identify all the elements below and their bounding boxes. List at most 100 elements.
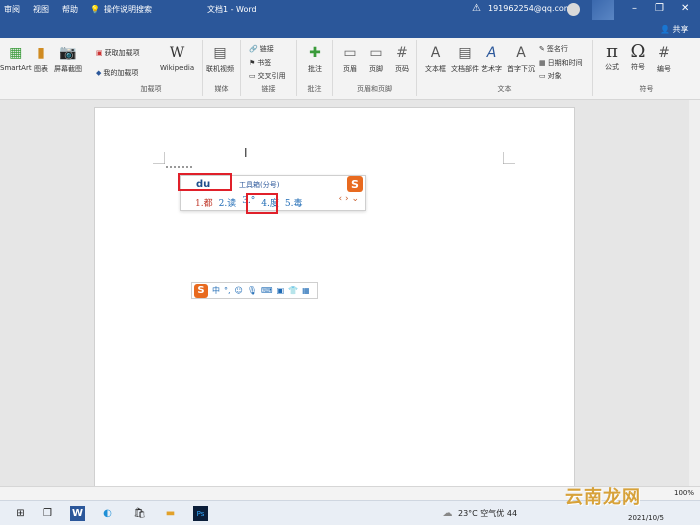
weather-text[interactable]: 23°C 空气优 44 <box>458 508 517 519</box>
ime-toolbox-hint[interactable]: 工具箱(分号) <box>239 180 279 190</box>
screenshot-button[interactable]: 📷 屏幕截图 <box>54 44 82 74</box>
taskbar-date[interactable]: 2021/10/5 <box>628 514 664 522</box>
comment-label: 批注 <box>308 65 322 73</box>
ribbon-tab-strip <box>0 20 700 38</box>
link-icon: 🔗 <box>249 45 258 53</box>
ime-status-bar: S 中 °, ☺ 🎙 ⌨ ▣ 👕 ▦ <box>191 282 318 299</box>
camera-icon: 📷 <box>59 45 77 61</box>
file-explorer-icon[interactable]: ▬ <box>163 506 178 521</box>
drop-cap-icon: A <box>516 45 526 61</box>
keyboard-icon[interactable]: ⌨ <box>261 286 273 295</box>
get-addins-button[interactable]: ▣ 获取加载项 <box>96 48 140 58</box>
lightbulb-icon: 💡 <box>90 5 100 14</box>
title-bar: 审阅 视图 帮助 💡 操作说明搜索 文档1 - Word ⚠ 191962254… <box>0 0 700 20</box>
skin-icon[interactable]: 👕 <box>288 286 298 295</box>
signature-line-label: 签名行 <box>546 45 568 53</box>
close-icon[interactable]: ✕ <box>681 3 689 14</box>
textbox-button[interactable]: A 文本框 <box>425 44 446 74</box>
toolbox-icon[interactable]: ▣ <box>277 286 285 295</box>
wordart-label: 艺术字 <box>481 65 502 73</box>
group-name-text: 文本 <box>497 85 512 93</box>
crop-mark-top-right <box>503 152 515 164</box>
share-button[interactable]: 👤 共享 <box>660 24 689 35</box>
chinese-mode-icon[interactable]: 中 <box>212 285 220 296</box>
candidate-2[interactable]: 2.读 <box>219 196 237 209</box>
wikipedia-button[interactable]: W Wikipedia <box>160 44 194 72</box>
signature-icon: ✎ <box>539 45 545 53</box>
tab-help[interactable]: 帮助 <box>62 4 78 15</box>
my-addins-label: 我的加载项 <box>103 69 139 77</box>
smartart-button[interactable]: ▦ SmartArt <box>0 44 32 72</box>
restore-icon[interactable]: ❐ <box>655 3 664 14</box>
candidate-5[interactable]: 5.毒 <box>285 196 303 209</box>
highlight-composition <box>178 173 232 191</box>
header-button[interactable]: ▭ 页眉 <box>341 44 359 74</box>
bookmark-button[interactable]: ⚑ 书签 <box>249 58 271 68</box>
ime-underline-marker <box>166 166 192 168</box>
group-name-comments: 批注 <box>307 85 322 93</box>
drop-cap-button[interactable]: A 首字下沉 <box>507 44 535 74</box>
minimize-icon[interactable]: – <box>632 3 637 14</box>
account-email[interactable]: 191962254@qq.com <box>488 4 572 13</box>
ribbon-display-options-icon[interactable] <box>592 0 614 20</box>
grid-menu-icon[interactable]: ▦ <box>302 286 310 295</box>
chart-label: 图表 <box>34 65 48 73</box>
edge-icon[interactable]: ◐ <box>100 506 115 521</box>
task-view-icon[interactable]: ❒ <box>40 506 55 521</box>
tab-view[interactable]: 视图 <box>33 4 49 15</box>
windows-start-icon[interactable]: ⊞ <box>13 506 28 521</box>
document-page[interactable] <box>94 107 575 490</box>
cross-reference-button[interactable]: ▭ 交叉引用 <box>249 71 286 81</box>
footer-icon: ▭ <box>369 45 383 61</box>
punctuation-icon[interactable]: °, <box>224 286 231 295</box>
signature-line-button[interactable]: ✎ 签名行 <box>539 44 568 54</box>
emoji-icon[interactable]: ☺ <box>235 286 243 295</box>
footer-label: 页脚 <box>369 65 383 73</box>
online-video-button[interactable]: ▤ 联机视频 <box>206 44 234 74</box>
zoom-level[interactable]: 100% <box>674 489 694 497</box>
quick-parts-button[interactable]: ▤ 文档部件 <box>451 44 479 74</box>
group-symbols: π 公式 Ω 符号 # 编号 符号 <box>593 40 700 96</box>
comment-icon: ✚ <box>309 45 321 61</box>
document-title: 文档1 - Word <box>207 5 257 14</box>
my-addins-button[interactable]: ◆ 我的加载项 <box>96 68 138 78</box>
group-name-header-footer: 页眉和页脚 <box>357 85 392 93</box>
avatar[interactable] <box>567 3 580 16</box>
symbol-button[interactable]: Ω 符号 <box>629 41 647 72</box>
page-number-label: 页码 <box>395 65 409 73</box>
group-name-addins: 加载项 <box>140 85 162 93</box>
header-label: 页眉 <box>343 65 357 73</box>
warning-icon[interactable]: ⚠ <box>472 3 481 14</box>
page-number-button[interactable]: # 页码 <box>393 44 411 74</box>
share-label: 共享 <box>672 25 689 34</box>
comment-button[interactable]: ✚ 批注 <box>306 44 324 74</box>
textbox-label: 文本框 <box>425 65 446 73</box>
cross-reference-label: 交叉引用 <box>257 72 286 80</box>
tab-review[interactable]: 审阅 <box>4 4 20 15</box>
smartart-label: SmartArt <box>0 64 32 72</box>
group-media: ▤ 联机视频 媒体 <box>203 40 241 96</box>
candidate-1[interactable]: 1.都 <box>195 196 213 209</box>
chart-icon: ▮ <box>37 45 45 61</box>
number-label: 编号 <box>657 65 671 73</box>
vertical-scrollbar[interactable] <box>689 100 700 486</box>
store-icon[interactable]: 🛍 <box>132 506 147 521</box>
get-addins-label: 获取加载项 <box>104 49 140 57</box>
word-app-icon[interactable]: W <box>70 506 85 521</box>
number-button[interactable]: # 编号 <box>655 44 673 74</box>
screenshot-label: 屏幕截图 <box>54 65 82 73</box>
tell-me-search[interactable]: 💡 操作说明搜索 <box>90 4 152 15</box>
link-button[interactable]: 🔗 链接 <box>249 44 274 54</box>
date-time-button[interactable]: ▦ 日期和时间 <box>539 58 583 68</box>
wordart-button[interactable]: A 艺术字 <box>481 44 502 74</box>
addin-icon: ◆ <box>96 69 102 77</box>
group-header-footer: ▭ 页眉 ▭ 页脚 # 页码 页眉和页脚 <box>333 40 417 96</box>
microphone-icon[interactable]: 🎙 <box>247 286 257 295</box>
photoshop-icon[interactable]: Ps <box>193 506 208 521</box>
equation-button[interactable]: π 公式 <box>603 41 621 72</box>
footer-button[interactable]: ▭ 页脚 <box>367 44 385 74</box>
chart-button[interactable]: ▮ 图表 <box>32 44 50 74</box>
candidate-nav[interactable]: ‹ › ⌄ <box>339 194 359 204</box>
tell-me-label: 操作说明搜索 <box>103 5 152 14</box>
object-button[interactable]: ▭ 对象 <box>539 71 562 81</box>
